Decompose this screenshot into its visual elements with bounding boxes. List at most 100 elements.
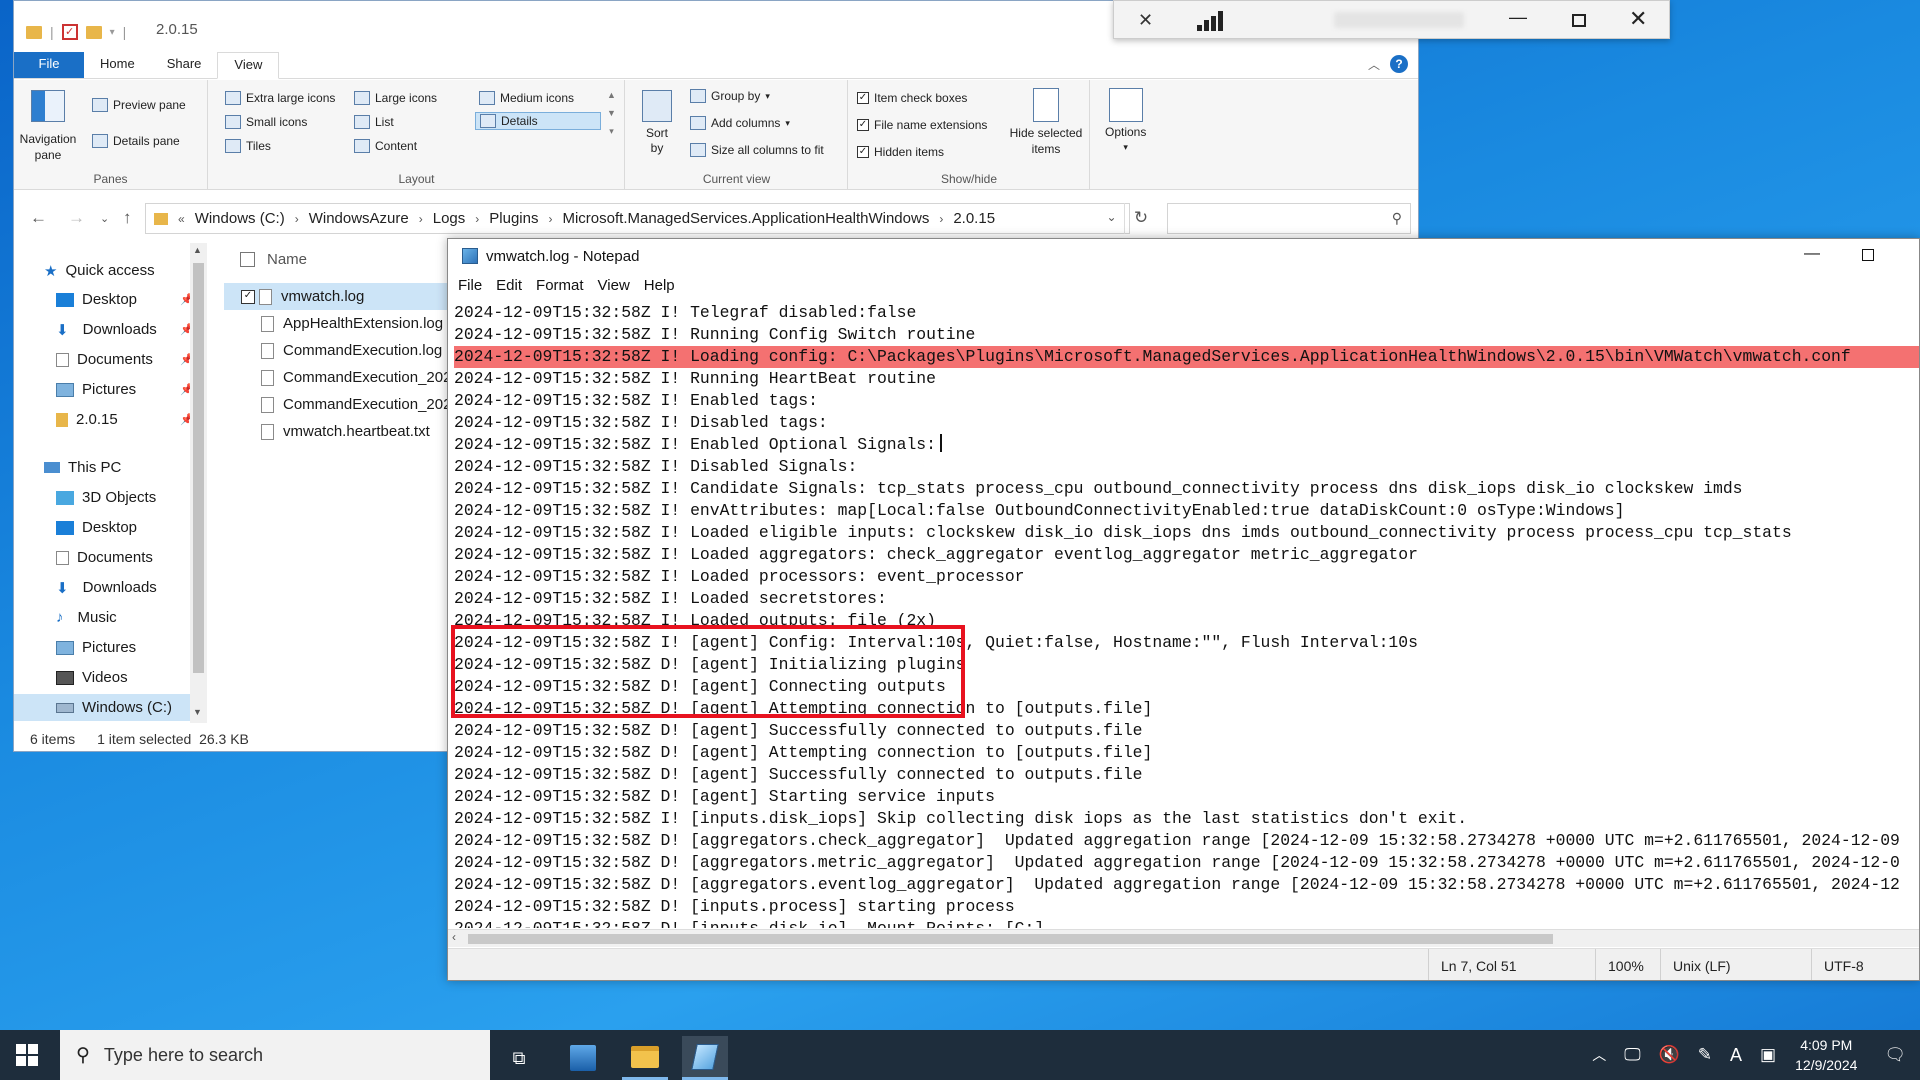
- remote-minimize-icon[interactable]: —: [1509, 7, 1527, 28]
- layout-details[interactable]: Details: [475, 112, 601, 130]
- nav-desktop[interactable]: Desktop 📌: [14, 286, 204, 313]
- tab-view[interactable]: View: [217, 52, 280, 79]
- scroll-down-icon[interactable]: ▼: [607, 108, 616, 118]
- task-view-button[interactable]: ⧉: [496, 1036, 542, 1080]
- layout-content[interactable]: Content: [354, 139, 417, 153]
- add-columns-button[interactable]: Add columns ▾: [690, 116, 790, 130]
- notifications-icon[interactable]: 🗨: [1884, 1045, 1906, 1065]
- name-column-header[interactable]: Name: [240, 251, 307, 268]
- sort-by-button[interactable]: Sort by: [642, 90, 672, 156]
- group-by-button[interactable]: Group by ▾: [690, 89, 770, 103]
- layout-more-icon[interactable]: ▾: [609, 126, 614, 137]
- menu-view[interactable]: View: [598, 277, 630, 301]
- breadcrumb-chevron-icon[interactable]: ›: [548, 212, 552, 226]
- breadcrumb-chevron-icon[interactable]: ›: [939, 212, 943, 226]
- search-input[interactable]: ⚲: [1167, 203, 1411, 234]
- breadcrumb-windows-c[interactable]: Windows (C:): [195, 210, 285, 227]
- layout-medium-icons[interactable]: Medium icons: [479, 91, 574, 105]
- nav-windows-c[interactable]: Windows (C:): [14, 694, 204, 721]
- nav-this-pc[interactable]: This PC: [14, 454, 204, 481]
- up-arrow-icon[interactable]: ↑: [123, 208, 132, 228]
- taskbar-server-manager[interactable]: [560, 1036, 606, 1080]
- nav-downloads[interactable]: ⬇ Downloads 📌: [14, 316, 204, 343]
- layout-list[interactable]: List: [354, 115, 394, 129]
- pen-icon[interactable]: ✎: [1698, 1045, 1712, 1065]
- layout-small-icons[interactable]: Small icons: [225, 115, 307, 129]
- file-name-extensions-toggle[interactable]: ✓ File name extensions: [857, 118, 987, 132]
- nav-music[interactable]: ♪ Music: [14, 604, 204, 631]
- taskbar-file-explorer[interactable]: [622, 1036, 668, 1080]
- notepad-text-area[interactable]: 2024-12-09T15:32:58Z I! Telegraf disable…: [454, 302, 1919, 928]
- preview-pane-button[interactable]: Preview pane: [92, 98, 186, 112]
- size-all-columns-button[interactable]: Size all columns to fit: [690, 143, 824, 157]
- input-language-icon[interactable]: A: [1730, 1045, 1742, 1066]
- menu-help[interactable]: Help: [644, 277, 675, 301]
- start-button[interactable]: [16, 1044, 38, 1066]
- refresh-icon[interactable]: ↻: [1124, 203, 1157, 234]
- hidden-items-toggle[interactable]: ✓ Hidden items: [857, 145, 944, 159]
- nav-pc-desktop[interactable]: Desktop: [14, 514, 204, 541]
- new-folder-icon[interactable]: [85, 25, 102, 39]
- nav-pane-scrollbar[interactable]: ▲ ▼: [190, 243, 207, 723]
- breadcrumb-plugins[interactable]: Plugins: [489, 210, 538, 227]
- hide-selected-items-button[interactable]: Hide selected items: [1006, 88, 1086, 157]
- file-row[interactable]: CommandExecution_2024: [241, 364, 464, 391]
- row-checkbox-checked[interactable]: ✓: [241, 289, 255, 304]
- file-row[interactable]: vmwatch.heartbeat.txt: [241, 418, 464, 445]
- breadcrumb-chevron-icon[interactable]: ›: [419, 212, 423, 226]
- back-arrow-icon[interactable]: ←: [30, 208, 47, 228]
- tab-home[interactable]: Home: [84, 52, 151, 78]
- properties-check-icon[interactable]: ✓: [61, 24, 78, 40]
- breadcrumb-chevron-icon[interactable]: ›: [475, 212, 479, 226]
- file-row-vmwatch-log[interactable]: ✓ vmwatch.log: [224, 283, 464, 310]
- nav-pictures[interactable]: Pictures 📌: [14, 376, 204, 403]
- nav-folder-2015[interactable]: 2.0.15 📌: [14, 406, 204, 433]
- nav-3d-objects[interactable]: 3D Objects: [14, 484, 204, 511]
- scroll-down-icon[interactable]: ▼: [193, 707, 202, 717]
- layout-tiles[interactable]: Tiles: [225, 139, 271, 153]
- file-row[interactable]: AppHealthExtension.log: [241, 310, 464, 337]
- item-check-boxes-toggle[interactable]: ✓ Item check boxes: [857, 91, 967, 105]
- breadcrumb-chevron-icon[interactable]: ›: [295, 212, 299, 226]
- remote-close-icon[interactable]: ✕: [1629, 6, 1647, 32]
- remote-restore-icon[interactable]: [1572, 14, 1586, 27]
- options-button[interactable]: Options ▾: [1105, 88, 1146, 153]
- connection-signal-icon[interactable]: [1197, 11, 1225, 31]
- taskbar-search-box[interactable]: ⚲ Type here to search: [60, 1030, 490, 1080]
- collapse-ribbon-chevron-icon[interactable]: ︿: [1368, 56, 1380, 73]
- breadcrumb-windowsazure[interactable]: WindowsAzure: [309, 210, 409, 227]
- breadcrumb-version[interactable]: 2.0.15: [953, 210, 995, 227]
- volume-muted-icon[interactable]: 🔇: [1659, 1045, 1680, 1065]
- menu-file[interactable]: File: [458, 277, 482, 301]
- minimize-icon[interactable]: —: [1804, 245, 1820, 263]
- scroll-up-icon[interactable]: ▲: [193, 245, 202, 255]
- file-row[interactable]: CommandExecution_2024: [241, 391, 464, 418]
- breadcrumb-logs[interactable]: Logs: [433, 210, 466, 227]
- scroll-up-icon[interactable]: ▲: [607, 90, 616, 100]
- customize-qa-chevron-icon[interactable]: ▾: [110, 27, 115, 38]
- details-pane-button[interactable]: Details pane: [92, 134, 180, 148]
- horizontal-scrollbar[interactable]: ‹: [448, 929, 1919, 947]
- address-bar[interactable]: « Windows (C:) › WindowsAzure › Logs › P…: [145, 203, 1130, 234]
- nav-documents[interactable]: Documents 📌: [14, 346, 204, 373]
- nav-pc-pictures[interactable]: Pictures: [14, 634, 204, 661]
- navigation-pane-button[interactable]: Navigation pane: [20, 90, 76, 163]
- select-all-checkbox[interactable]: [240, 252, 255, 267]
- nav-videos[interactable]: Videos: [14, 664, 204, 691]
- file-row[interactable]: CommandExecution.log: [241, 337, 464, 364]
- clock[interactable]: 4:09 PM 12/9/2024: [1795, 1035, 1857, 1075]
- tab-file[interactable]: File: [14, 52, 84, 78]
- nav-pc-downloads[interactable]: ⬇ Downloads: [14, 574, 204, 601]
- unpin-icon[interactable]: ✕: [1138, 10, 1153, 31]
- layout-scroll[interactable]: ▲ ▼ ▾: [607, 90, 616, 137]
- taskbar-notepad[interactable]: [682, 1036, 728, 1080]
- maximize-icon[interactable]: [1862, 249, 1874, 261]
- menu-format[interactable]: Format: [536, 277, 584, 301]
- nav-quick-access[interactable]: ★ Quick access: [14, 257, 204, 284]
- show-hidden-icons-chevron-icon[interactable]: ︿: [1592, 1045, 1606, 1065]
- recent-chevron-icon[interactable]: ⌄: [100, 212, 109, 225]
- tab-share[interactable]: Share: [151, 52, 218, 78]
- nav-pc-documents[interactable]: Documents: [14, 544, 204, 571]
- help-icon[interactable]: ?: [1390, 55, 1408, 73]
- breadcrumb-apphealth[interactable]: Microsoft.ManagedServices.ApplicationHea…: [562, 210, 929, 227]
